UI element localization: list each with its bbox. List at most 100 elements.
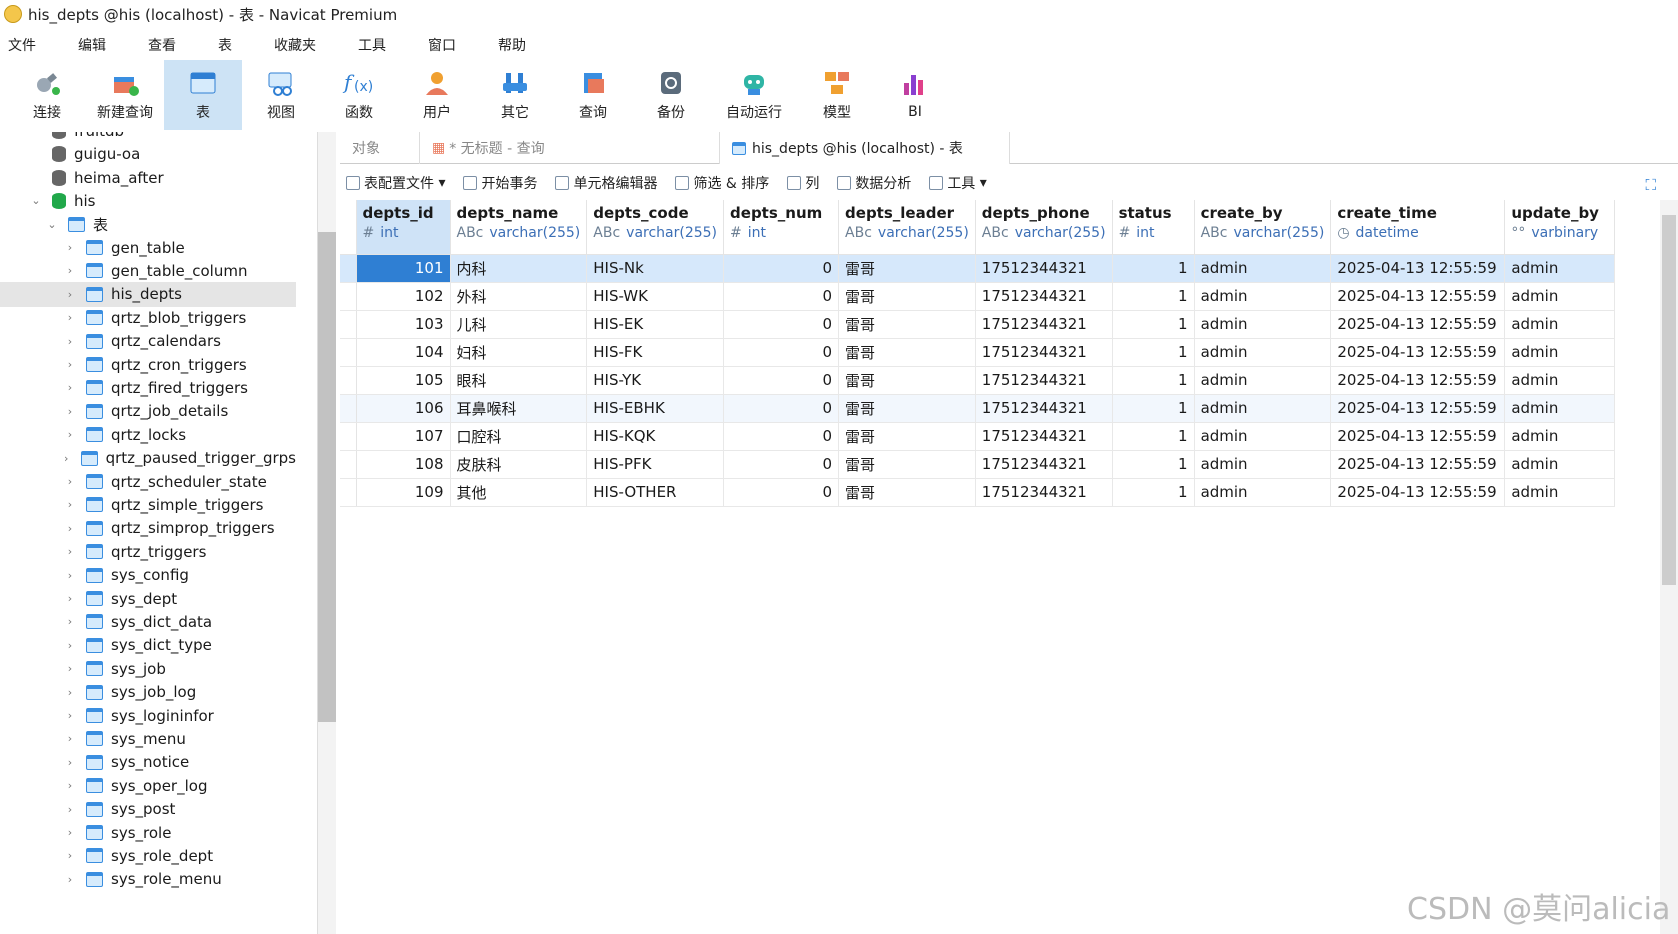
table-cell[interactable]: 耳鼻喉科 xyxy=(450,394,588,423)
column-header[interactable]: depts_phone ABc varchar(255) xyxy=(975,200,1113,255)
table-cell[interactable]: 17512344321 xyxy=(975,394,1113,423)
toolbar-connect-button[interactable]: 连接 xyxy=(8,60,86,130)
table-cell[interactable]: HIS-WK xyxy=(586,282,725,311)
cell-editor-button[interactable]: 单元格编辑器 xyxy=(555,173,657,193)
table-row[interactable]: 108 皮肤科 HIS-PFK 0 雷哥 17512344321 1 admin 2025-04… xyxy=(340,450,1616,479)
chevron-right-icon[interactable]: › xyxy=(64,873,76,886)
chevron-right-icon[interactable]: › xyxy=(64,545,76,558)
table-cell[interactable]: HIS-EK xyxy=(586,310,725,339)
chevron-right-icon[interactable]: › xyxy=(64,475,76,488)
chevron-right-icon[interactable]: › xyxy=(64,732,76,745)
tools-button[interactable]: 工具 ▾ xyxy=(929,173,987,193)
tree-table-item[interactable]: › qrtz_paused_trigger_grps xyxy=(0,446,296,471)
table-cell[interactable]: admin xyxy=(1504,422,1616,451)
table-cell[interactable]: admin xyxy=(1194,310,1332,339)
table-cell[interactable]: admin xyxy=(1504,254,1616,283)
table-cell[interactable]: 1 xyxy=(1112,478,1195,507)
table-cell[interactable]: 雷哥 xyxy=(838,282,976,311)
tree-table-item[interactable]: › gen_table xyxy=(0,235,296,260)
table-cell[interactable]: 雷哥 xyxy=(838,366,976,395)
table-row[interactable]: 105 眼科 HIS-YK 0 雷哥 17512344321 1 admin 2025-04-1… xyxy=(340,366,1616,395)
tab-objects[interactable]: 对象 xyxy=(340,132,420,164)
tree-db-guigu-oa[interactable]: guigu-oa xyxy=(0,141,296,166)
chevron-right-icon[interactable]: › xyxy=(64,335,76,348)
table-cell[interactable]: 2025-04-13 12:55:59 xyxy=(1330,366,1506,395)
table-cell[interactable]: admin xyxy=(1504,394,1616,423)
tree-table-item[interactable]: › sys_notice xyxy=(0,750,296,775)
tree-table-item[interactable]: › qrtz_blob_triggers xyxy=(0,305,296,330)
menu-favorites[interactable]: 收藏夹 xyxy=(266,35,324,55)
table-cell[interactable]: HIS-FK xyxy=(586,338,725,367)
table-cell[interactable]: 雷哥 xyxy=(838,450,976,479)
table-cell[interactable]: 17512344321 xyxy=(975,422,1113,451)
chevron-right-icon[interactable]: › xyxy=(64,756,76,769)
table-cell[interactable]: admin xyxy=(1194,422,1332,451)
begin-transaction-button[interactable]: 开始事务 xyxy=(463,173,537,193)
tree-table-item[interactable]: › qrtz_simple_triggers xyxy=(0,492,296,517)
toolbar-backup-button[interactable]: 备份 xyxy=(632,60,710,130)
table-cell[interactable]: 雷哥 xyxy=(838,254,976,283)
table-cell[interactable]: admin xyxy=(1194,478,1332,507)
table-cell[interactable]: 106 xyxy=(356,394,451,423)
column-header[interactable]: depts_leader ABc varchar(255) xyxy=(838,200,976,255)
tree-group-tables[interactable]: ⌄ 表 xyxy=(0,212,296,237)
tree-table-item[interactable]: › his_depts xyxy=(0,281,296,307)
toolbar-table-button[interactable]: 表 xyxy=(164,60,242,130)
table-cell[interactable]: 内科 xyxy=(450,254,588,283)
tab-untitled-query[interactable]: ▦ * 无标题 - 查询 xyxy=(420,132,720,164)
chevron-right-icon[interactable]: › xyxy=(64,264,76,277)
chevron-right-icon[interactable]: › xyxy=(64,779,76,792)
tree-table-item[interactable]: › sys_menu xyxy=(0,726,296,751)
table-cell[interactable]: admin xyxy=(1194,254,1332,283)
toolbar-query-button[interactable]: 查询 xyxy=(554,60,632,130)
row-header[interactable] xyxy=(340,282,357,311)
chevron-right-icon[interactable]: › xyxy=(64,498,76,511)
row-header[interactable] xyxy=(340,310,357,339)
table-cell[interactable]: 105 xyxy=(356,366,451,395)
table-cell[interactable]: 2025-04-13 12:55:59 xyxy=(1330,338,1506,367)
menu-edit[interactable]: 编辑 xyxy=(70,35,114,55)
tree-table-item[interactable]: › sys_job_log xyxy=(0,680,296,705)
row-header[interactable] xyxy=(340,478,357,507)
tree-table-item[interactable]: › sys_config xyxy=(0,563,296,588)
table-cell[interactable]: 1 xyxy=(1112,394,1195,423)
chevron-right-icon[interactable]: › xyxy=(64,686,76,699)
table-cell[interactable]: admin xyxy=(1504,366,1616,395)
table-cell[interactable]: 雷哥 xyxy=(838,478,976,507)
toolbar-new-query-button[interactable]: 新建查询 xyxy=(86,60,164,130)
table-cell[interactable]: admin xyxy=(1504,478,1616,507)
table-cell[interactable]: 0 xyxy=(723,338,840,367)
chevron-down-icon[interactable]: ⌄ xyxy=(30,194,42,207)
tree-table-item[interactable]: › sys_post xyxy=(0,797,296,822)
table-cell[interactable]: 2025-04-13 12:55:59 xyxy=(1330,450,1506,479)
table-cell[interactable]: 0 xyxy=(723,310,840,339)
tree-table-item[interactable]: › gen_table_column xyxy=(0,258,296,283)
table-cell[interactable]: admin xyxy=(1504,338,1616,367)
table-cell[interactable]: 2025-04-13 12:55:59 xyxy=(1330,422,1506,451)
table-row[interactable]: 107 口腔科 HIS-KQK 0 雷哥 17512344321 1 admin 2025-04… xyxy=(340,422,1616,451)
menu-tools[interactable]: 工具 xyxy=(350,35,394,55)
chevron-right-icon[interactable]: › xyxy=(64,592,76,605)
tree-table-item[interactable]: › qrtz_calendars xyxy=(0,329,296,354)
tree-table-item[interactable]: › qrtz_job_details xyxy=(0,399,296,424)
row-header[interactable] xyxy=(340,338,357,367)
table-cell[interactable]: 108 xyxy=(356,450,451,479)
table-cell[interactable]: 2025-04-13 12:55:59 xyxy=(1330,310,1506,339)
row-header[interactable] xyxy=(340,450,357,479)
table-cell[interactable]: 0 xyxy=(723,478,840,507)
table-cell[interactable]: admin xyxy=(1504,450,1616,479)
column-header[interactable]: depts_code ABc varchar(255) xyxy=(586,200,725,255)
table-cell[interactable]: 101 xyxy=(356,254,451,283)
table-cell[interactable]: HIS-PFK xyxy=(586,450,725,479)
toolbar-model-button[interactable]: 模型 xyxy=(798,60,876,130)
chevron-right-icon[interactable]: › xyxy=(61,452,72,465)
chevron-right-icon[interactable]: › xyxy=(64,358,76,371)
chevron-right-icon[interactable]: › xyxy=(64,522,76,535)
menu-table[interactable]: 表 xyxy=(210,35,240,55)
table-cell[interactable]: 17512344321 xyxy=(975,366,1113,395)
toolbar-bi-button[interactable]: BI xyxy=(876,60,954,130)
table-cell[interactable]: 0 xyxy=(723,366,840,395)
table-cell[interactable]: HIS-Nk xyxy=(586,254,725,283)
table-cell[interactable]: 0 xyxy=(723,422,840,451)
table-cell[interactable]: 雷哥 xyxy=(838,422,976,451)
